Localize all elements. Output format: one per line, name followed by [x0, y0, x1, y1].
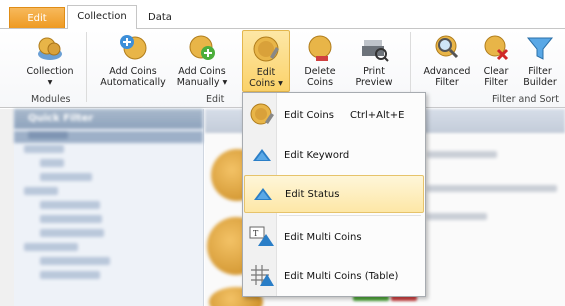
- add-coins-manual-label2: Manually ▾: [176, 77, 228, 88]
- menu-item-shortcut: Ctrl+Alt+E: [349, 109, 405, 121]
- add-coins-auto-label2: Automatically: [100, 77, 166, 88]
- menu-item-edit-multi-coins[interactable]: T Edit Multi Coins: [244, 218, 424, 256]
- print-preview-label2: Preview: [355, 77, 393, 88]
- menu-item-label: Edit Keyword: [284, 149, 350, 161]
- quick-filter-row[interactable]: [14, 215, 203, 227]
- clear-filter-label2: Filter: [484, 77, 508, 88]
- quick-filter-row[interactable]: [14, 201, 203, 213]
- print-preview-button[interactable]: Print Preview: [352, 32, 396, 88]
- group-separator: [86, 32, 87, 102]
- add-coins-manual-label1: Add Coins: [178, 66, 226, 77]
- coin-text: [427, 185, 557, 192]
- advanced-filter-button[interactable]: Advanced Filter: [420, 32, 474, 88]
- edit-coins-button[interactable]: Edit Coins ▾: [242, 30, 290, 92]
- menu-item-label: Edit Multi Coins: [284, 231, 362, 243]
- multi-coins-table-icon: [248, 262, 276, 290]
- quick-filter-row[interactable]: [14, 159, 203, 171]
- advanced-filter-icon: [431, 32, 463, 64]
- menu-item-edit-coins[interactable]: Edit Coins Ctrl+Alt+E: [244, 96, 424, 134]
- quick-filter-row[interactable]: [14, 173, 203, 185]
- menu-item-edit-status[interactable]: Edit Status: [244, 175, 424, 213]
- keyword-triangle-icon: [248, 141, 276, 169]
- left-gutter: [0, 109, 14, 306]
- tab-edit[interactable]: Edit: [9, 7, 65, 28]
- collection-dropdown-arrow: ▾: [47, 77, 53, 88]
- svg-text:T: T: [253, 229, 259, 238]
- edit-coins-icon: [248, 101, 276, 129]
- print-preview-icon: [358, 32, 390, 64]
- filter-builder-button[interactable]: Filter Builder: [518, 32, 562, 88]
- group-label-modules: Modules: [31, 94, 71, 105]
- menu-item-label: Edit Status: [285, 188, 340, 200]
- group-label-edit: Edit: [206, 94, 225, 105]
- quick-filter-row[interactable]: [14, 131, 203, 143]
- delete-coins-label1: Delete: [304, 66, 336, 77]
- delete-coins-icon: [304, 32, 336, 64]
- filter-builder-label2: Builder: [523, 77, 557, 88]
- clear-filter-icon: [480, 32, 512, 64]
- add-coins-auto-icon: [117, 32, 149, 64]
- add-coins-manual-icon: [186, 32, 218, 64]
- edit-coins-label1: Edit: [256, 67, 276, 78]
- filter-builder-icon: [524, 32, 556, 64]
- delete-coins-label2: Coins: [306, 77, 334, 88]
- add-coins-manually-button[interactable]: Add Coins Manually ▾: [174, 32, 230, 88]
- collection-label: Collection: [26, 66, 74, 77]
- advanced-filter-label1: Advanced: [423, 66, 471, 77]
- group-label-filter-sort: Filter and Sort: [492, 94, 559, 105]
- menu-item-edit-keyword[interactable]: Edit Keyword: [244, 136, 424, 174]
- print-preview-label1: Print: [363, 66, 385, 77]
- edit-coins-icon: [250, 33, 282, 65]
- collection-coins-icon: [34, 32, 66, 64]
- status-triangle-icon: [249, 180, 277, 208]
- menu-separator: [279, 215, 421, 216]
- edit-coins-dropdown-menu: Edit Coins Ctrl+Alt+E Edit Keyword Edit …: [242, 92, 426, 297]
- menu-item-label: Edit Coins: [284, 109, 334, 121]
- add-coins-auto-label1: Add Coins: [109, 66, 157, 77]
- tab-collection[interactable]: Collection: [67, 5, 137, 29]
- edit-coins-label2: Coins ▾: [249, 78, 283, 89]
- clear-filter-button[interactable]: Clear Filter: [478, 32, 514, 88]
- clear-filter-label1: Clear: [483, 66, 509, 77]
- quick-filter-pane: Quick Filter: [14, 109, 204, 306]
- menu-item-label: Edit Multi Coins (Table): [284, 270, 399, 282]
- quick-filter-row[interactable]: [14, 257, 203, 269]
- quick-filter-row[interactable]: [14, 145, 203, 157]
- quick-filter-row[interactable]: [14, 243, 203, 255]
- delete-coins-button[interactable]: Delete Coins: [298, 32, 342, 88]
- tab-strip: Edit Collection Data: [0, 0, 565, 29]
- add-coins-automatically-button[interactable]: Add Coins Automatically: [100, 32, 166, 88]
- menu-item-edit-multi-coins-table[interactable]: Edit Multi Coins (Table): [244, 257, 424, 295]
- advanced-filter-label2: Filter: [435, 77, 459, 88]
- quick-filter-row[interactable]: [14, 187, 203, 199]
- filter-builder-label1: Filter: [528, 66, 552, 77]
- collection-button[interactable]: Collection ▾: [24, 32, 76, 88]
- multi-coins-icon: T: [248, 223, 276, 251]
- quick-filter-row[interactable]: [14, 271, 203, 283]
- coin-text: [427, 151, 497, 158]
- quick-filter-row[interactable]: [14, 229, 203, 241]
- quick-filter-title: Quick Filter: [14, 109, 203, 129]
- tab-data[interactable]: Data: [139, 7, 181, 28]
- coin-text: [427, 213, 487, 220]
